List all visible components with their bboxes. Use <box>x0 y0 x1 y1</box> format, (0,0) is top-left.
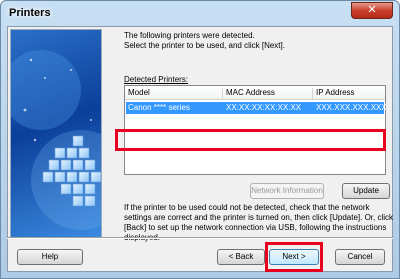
intro-line-1: The following printers were detected. <box>124 31 255 40</box>
next-annotation-highlight <box>265 242 323 272</box>
row-annotation-highlight <box>115 129 386 151</box>
side-illustration <box>10 29 102 239</box>
intro-text: The following printers were detected. Se… <box>124 31 394 51</box>
list-header: Model MAC Address IP Address <box>125 86 385 100</box>
intro-line-2: Select the printer to be used, and click… <box>124 41 285 50</box>
footer-divider <box>7 237 393 238</box>
printer-model-cell: Canon **** series <box>128 103 190 112</box>
cubes-illustration-icon <box>11 50 101 230</box>
update-label: Update <box>353 186 379 195</box>
column-header-ip-address[interactable]: IP Address <box>313 88 385 100</box>
printer-row-selected[interactable]: Canon **** series XX:XX:XX:XX:XX:XX XXX.… <box>126 102 387 114</box>
printer-ip-cell: XXX.XXX.XXX.XXX <box>316 103 387 112</box>
cancel-button[interactable]: Cancel <box>335 249 385 265</box>
help-label: Help <box>41 252 59 261</box>
detected-printers-label: Detected Printers: <box>124 75 189 84</box>
column-header-mac-address[interactable]: MAC Address <box>223 88 313 100</box>
dialog-body: The following printers were detected. Se… <box>7 26 393 272</box>
window-title: Printers <box>9 7 51 19</box>
back-button[interactable]: < Back <box>217 249 265 265</box>
title-bar[interactable]: Printers ✕ <box>1 1 399 27</box>
network-information-button[interactable]: Network Information <box>250 183 324 199</box>
back-label: < Back <box>228 252 254 261</box>
cancel-label: Cancel <box>347 252 373 261</box>
printer-mac-cell: XX:XX:XX:XX:XX:XX <box>226 103 302 112</box>
help-button[interactable]: Help <box>17 249 83 265</box>
close-button[interactable]: ✕ <box>351 2 393 19</box>
column-header-model[interactable]: Model <box>125 88 223 100</box>
update-button[interactable]: Update <box>342 183 390 199</box>
network-information-label: Network Information <box>251 186 323 195</box>
printers-dialog: Printers ✕ The following printers were d… <box>0 0 400 279</box>
close-icon: ✕ <box>367 4 377 16</box>
